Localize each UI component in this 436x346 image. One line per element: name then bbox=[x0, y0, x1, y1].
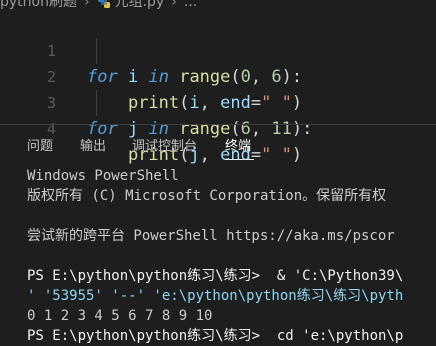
tab-debug-console[interactable]: 调试控制台 bbox=[132, 135, 197, 154]
terminal-line: PS E:\python\python练习\练习> & 'C:\Python39… bbox=[27, 268, 404, 284]
breadcrumb: python刷题 › 元组.py ›... bbox=[0, 0, 436, 9]
breadcrumb-file[interactable]: 元组.py bbox=[115, 0, 165, 9]
terminal-line: 尝试新的跨平台 PowerShell https://aka.ms/pscor bbox=[27, 228, 395, 244]
tab-output[interactable]: 输出 bbox=[80, 135, 106, 154]
code-line[interactable]: 2 print(i, end=" ") bbox=[0, 38, 436, 113]
panel-divider[interactable] bbox=[0, 124, 436, 125]
terminal-line: Windows PowerShell bbox=[27, 168, 179, 184]
tab-terminal[interactable]: 终端 bbox=[225, 135, 251, 154]
code-line[interactable]: 1 for i in range(0, 6): bbox=[0, 12, 436, 87]
chevron-right-icon: › bbox=[171, 0, 177, 9]
python-file-icon bbox=[97, 0, 111, 9]
panel-tabs: 问题 输出 调试控制台 终端 bbox=[0, 126, 436, 162]
tab-problems[interactable]: 问题 bbox=[27, 135, 53, 154]
code-line[interactable]: 4 print(j, end=" ") bbox=[0, 90, 436, 165]
code-line[interactable]: 3 for j in range(6, 11): bbox=[0, 64, 436, 139]
terminal-output-line: 0 1 2 3 4 5 6 7 8 9 10 bbox=[27, 308, 213, 324]
chevron-right-icon: › bbox=[83, 0, 90, 9]
active-tab-indicator bbox=[225, 159, 254, 160]
terminal-line: PS E:\python\python练习\练习> cd 'e:\python\… bbox=[27, 328, 404, 344]
code-editor[interactable]: 1 for i in range(0, 6): 2 print(i, end="… bbox=[0, 12, 436, 165]
breadcrumb-more[interactable]: ... bbox=[184, 0, 197, 9]
terminal-line: ' '53955' '--' 'e:\python\python练习\练习\py… bbox=[27, 288, 404, 304]
terminal-line: 版权所有 (C) Microsoft Corporation。保留所有权 bbox=[27, 188, 387, 204]
breadcrumb-folder[interactable]: python刷题 bbox=[0, 0, 77, 9]
